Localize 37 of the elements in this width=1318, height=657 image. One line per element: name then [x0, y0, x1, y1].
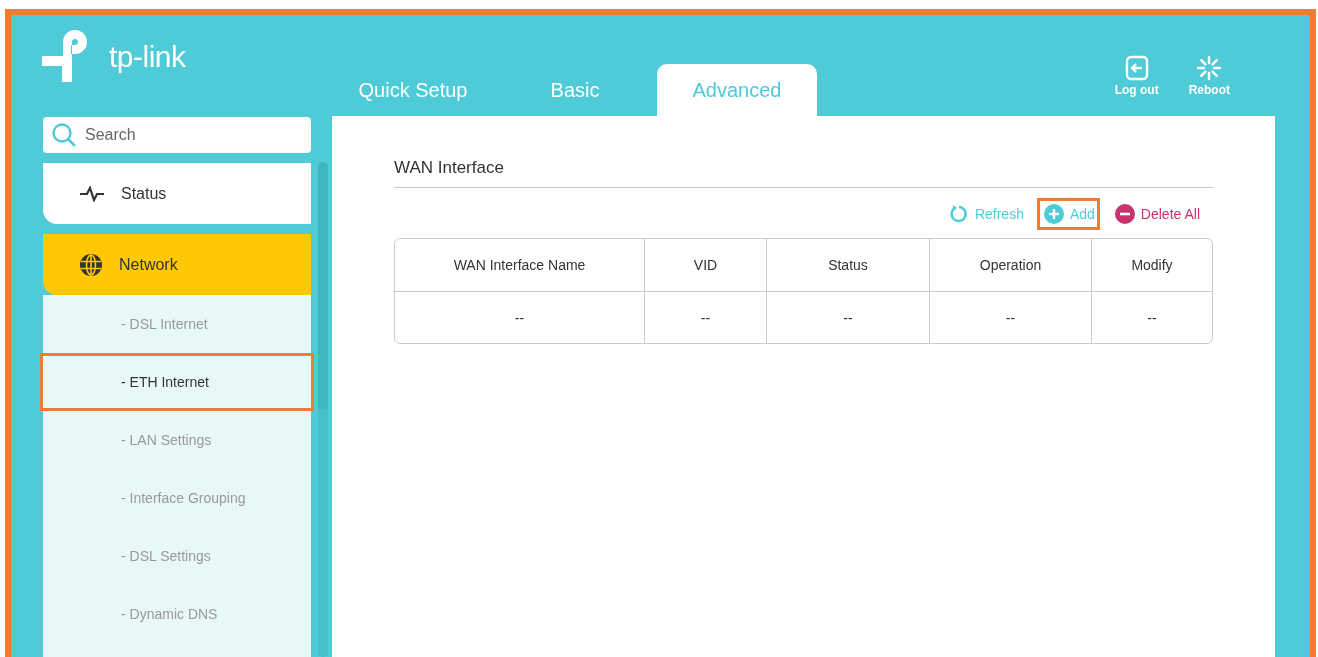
submenu-item[interactable]: - LAN Settings — [40, 411, 314, 469]
submenu-item[interactable]: - ETH Internet — [40, 353, 314, 411]
column-header: WAN Interface Name — [452, 256, 587, 275]
submenu-item[interactable]: - Interface Grouping — [40, 469, 314, 527]
logout-icon — [1124, 55, 1149, 81]
logo-text: tp-link — [109, 40, 186, 74]
table-cell: -- — [1091, 292, 1212, 343]
search-icon — [51, 122, 77, 148]
table-cell: -- — [644, 292, 766, 343]
plus-circle-icon — [1043, 204, 1064, 224]
nav-tab[interactable]: Basic — [495, 64, 655, 116]
section-title: WAN Interface — [394, 158, 1213, 188]
column-header: Status — [766, 239, 929, 291]
reboot-button[interactable]: Reboot — [1188, 55, 1230, 97]
table-cell-text: -- — [513, 308, 526, 328]
nav-tab[interactable]: Quick Setup — [333, 64, 493, 116]
sidebar-item[interactable]: Status — [43, 163, 311, 224]
refresh-icon — [948, 204, 969, 224]
logout-button[interactable]: Log out — [1114, 55, 1159, 97]
refresh-button[interactable]: Refresh — [941, 198, 1029, 230]
table-cell: -- — [929, 292, 1091, 343]
table-cell: -- — [766, 292, 929, 343]
submenu-item[interactable]: - Dynamic DNS — [40, 585, 314, 643]
minus-circle-icon — [1114, 204, 1135, 224]
submenu-item[interactable]: - DSL Settings — [40, 527, 314, 585]
column-header: VID — [644, 239, 766, 291]
nav-tab[interactable]: Advanced — [657, 64, 817, 116]
column-header: Modify — [1091, 239, 1212, 291]
column-header: Operation — [929, 239, 1091, 291]
add-button[interactable]: Add — [1036, 198, 1100, 230]
search-field[interactable]: Search — [43, 117, 311, 153]
globe-icon — [79, 252, 103, 277]
submenu-item[interactable]: - DSL Internet — [40, 295, 314, 353]
delete-button[interactable]: Delete All — [1107, 198, 1205, 230]
spinner-icon — [1196, 55, 1223, 81]
sidebar-item[interactable]: Network — [43, 234, 311, 295]
pulse-icon — [79, 185, 105, 202]
